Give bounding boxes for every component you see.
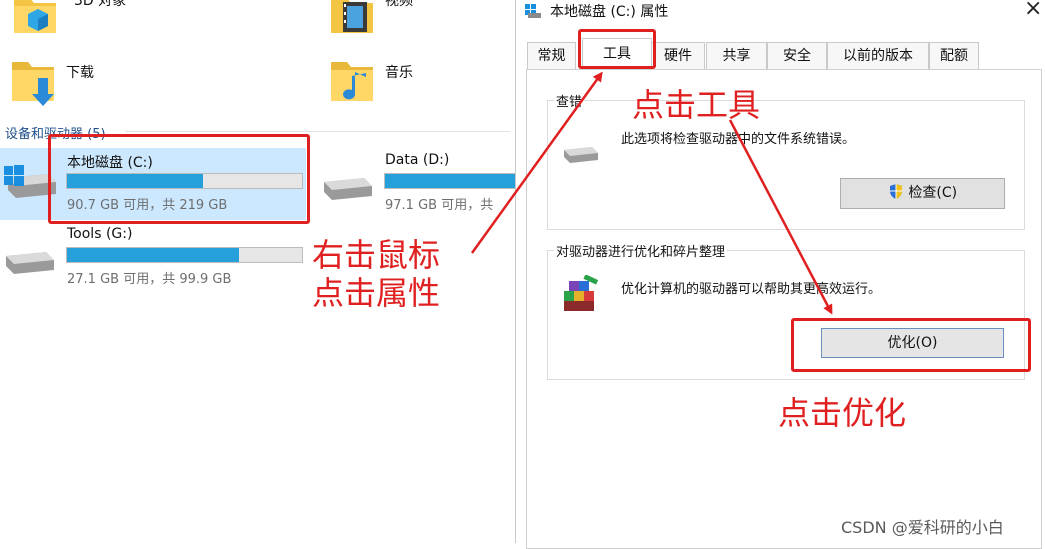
arrow-to-tools-tab: [470, 71, 603, 254]
arrow-to-optimize-button: [728, 119, 833, 315]
annotation-arrows: [470, 71, 833, 315]
